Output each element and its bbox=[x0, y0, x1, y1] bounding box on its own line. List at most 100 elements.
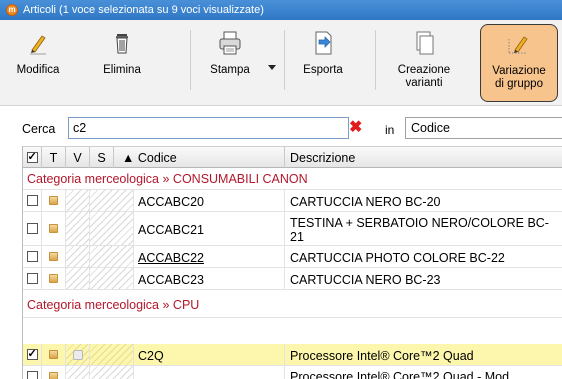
row-codice: C2Q bbox=[134, 344, 285, 365]
stampa-button[interactable]: Stampa bbox=[200, 24, 260, 102]
row-descrizione: Processore Intel® Core™2 Quad bbox=[290, 348, 474, 363]
row-checkbox[interactable] bbox=[26, 273, 38, 284]
title-bar: m Articoli (1 voce selezionata su 9 voci… bbox=[0, 0, 562, 20]
table-row[interactable]: ACCABC22 CARTUCCIA PHOTO COLORE BC-22 bbox=[23, 246, 562, 268]
column-header-descrizione[interactable]: Descrizione bbox=[285, 147, 562, 168]
trash-icon bbox=[107, 28, 137, 58]
row-checkbox-cell bbox=[23, 366, 42, 379]
row-checkbox[interactable] bbox=[26, 223, 38, 234]
row-type-cell bbox=[42, 246, 66, 267]
creazione-varianti-button[interactable]: Creazione varianti bbox=[387, 24, 461, 102]
column-header-v[interactable]: V bbox=[66, 147, 90, 168]
row-v-cell bbox=[66, 366, 90, 379]
creazione-label-line2: varianti bbox=[405, 77, 443, 89]
row-descrizione: CARTUCCIA NERO BC-20 bbox=[290, 194, 441, 209]
search-field-select[interactable]: Codice bbox=[405, 117, 562, 139]
search-row: Cerca ✖ in Codice bbox=[0, 106, 562, 146]
row-type-cell bbox=[42, 190, 66, 211]
creazione-label-line1: Creazione bbox=[397, 64, 451, 76]
esporta-label: Esporta bbox=[303, 64, 343, 76]
row-checkbox[interactable] bbox=[26, 195, 38, 206]
search-label: Cerca bbox=[22, 122, 56, 136]
variazione-label-line2: di gruppo bbox=[495, 78, 543, 90]
row-s-cell bbox=[90, 344, 134, 365]
variazione-di-gruppo-button[interactable]: Variazione di gruppo bbox=[480, 24, 558, 102]
row-checkbox-cell bbox=[23, 212, 42, 245]
row-s-cell bbox=[90, 366, 134, 379]
group-edit-pencil-icon bbox=[504, 29, 534, 59]
article-type-icon bbox=[49, 274, 58, 283]
column-header-t[interactable]: T bbox=[42, 147, 66, 168]
row-type-cell bbox=[42, 212, 66, 245]
stampa-dropdown-arrow-icon[interactable] bbox=[268, 65, 276, 70]
column-header-s[interactable]: S bbox=[90, 147, 114, 168]
checkbox-checked-icon bbox=[26, 150, 38, 164]
row-v-cell bbox=[66, 268, 90, 289]
modifica-label: Modifica bbox=[16, 64, 60, 76]
column-header-codice[interactable]: ▲ Codice bbox=[114, 147, 285, 168]
toolbar-separator bbox=[375, 30, 376, 90]
row-v-cell bbox=[66, 246, 90, 267]
toolbar-separator bbox=[190, 30, 191, 90]
table-row[interactable]: ACCABC21 TESTINA + SERBATOIO NERO/COLORE… bbox=[23, 212, 562, 246]
row-s-cell bbox=[90, 212, 134, 245]
export-icon bbox=[308, 28, 338, 58]
row-v-cell bbox=[66, 212, 90, 245]
toolbar: Modifica Elimina Stampa Esporta Creazion… bbox=[0, 20, 562, 106]
group-header[interactable]: Categoria merceologica » CONSUMABILI CAN… bbox=[23, 168, 562, 190]
row-s-cell bbox=[90, 268, 134, 289]
elimina-label: Elimina bbox=[103, 64, 141, 76]
copy-pages-icon bbox=[409, 28, 439, 58]
row-type-cell bbox=[42, 268, 66, 289]
row-descrizione: CARTUCCIA NERO BC-23 bbox=[290, 272, 441, 287]
row-s-cell bbox=[90, 190, 134, 211]
article-type-icon bbox=[49, 224, 58, 233]
articles-grid: T V S ▲ Codice Descrizione Categoria mer… bbox=[22, 146, 562, 379]
row-v-cell bbox=[66, 190, 90, 211]
row-descrizione: TESTINA + SERBATOIO NERO/COLORE BC-21 bbox=[290, 215, 549, 244]
row-checkbox-cell bbox=[23, 246, 42, 267]
article-type-icon bbox=[49, 252, 58, 261]
app-icon: m bbox=[6, 4, 18, 16]
search-in-label: in bbox=[385, 123, 395, 137]
grid-header: T V S ▲ Codice Descrizione bbox=[23, 146, 562, 168]
article-type-icon bbox=[49, 196, 58, 205]
toolbar-separator bbox=[284, 30, 285, 90]
row-v-cell bbox=[66, 344, 90, 365]
row-checkbox[interactable] bbox=[26, 251, 38, 262]
table-row-selected[interactable]: C2Q Processore Intel® Core™2 Quad bbox=[23, 344, 562, 366]
row-type-cell bbox=[42, 344, 66, 365]
article-type-icon bbox=[49, 372, 58, 379]
row-codice: ACCABC20 bbox=[134, 190, 285, 211]
row-descrizione: Processore Intel® Core™2 Quad - Mod bbox=[290, 370, 510, 379]
variant-icon bbox=[72, 349, 83, 360]
window-title: Articoli (1 voce selezionata su 9 voci v… bbox=[23, 4, 264, 16]
row-checkbox[interactable] bbox=[26, 371, 38, 379]
variazione-label-line1: Variazione bbox=[492, 65, 546, 77]
article-type-icon bbox=[49, 350, 58, 359]
table-row[interactable]: ACCABC23 CARTUCCIA NERO BC-23 bbox=[23, 268, 562, 290]
row-checkbox-cell bbox=[23, 344, 42, 365]
stampa-label: Stampa bbox=[210, 64, 250, 76]
row-type-cell bbox=[42, 366, 66, 379]
search-input[interactable] bbox=[68, 117, 349, 139]
select-all-checkbox[interactable] bbox=[23, 147, 42, 168]
row-codice-link[interactable]: ACCABC22 bbox=[134, 246, 285, 267]
clear-search-icon[interactable]: ✖ bbox=[349, 120, 362, 136]
row-descrizione: CARTUCCIA PHOTO COLORE BC-22 bbox=[290, 250, 505, 265]
row-codice: ACCABC23 bbox=[134, 268, 285, 289]
row-s-cell bbox=[90, 246, 134, 267]
row-codice bbox=[134, 366, 285, 379]
pencil-icon bbox=[23, 28, 53, 58]
table-row[interactable]: ACCABC20 CARTUCCIA NERO BC-20 bbox=[23, 190, 562, 212]
elimina-button[interactable]: Elimina bbox=[92, 24, 152, 102]
row-codice: ACCABC21 bbox=[134, 212, 285, 245]
modifica-button[interactable]: Modifica bbox=[8, 24, 68, 102]
table-row[interactable]: Processore Intel® Core™2 Quad - Mod bbox=[23, 366, 562, 379]
row-checkbox-cell bbox=[23, 268, 42, 289]
group-header[interactable]: Categoria merceologica » CPU bbox=[23, 290, 562, 318]
esporta-button[interactable]: Esporta bbox=[295, 24, 351, 102]
row-checkbox-cell bbox=[23, 190, 42, 211]
row-checkbox-checked[interactable] bbox=[26, 347, 38, 360]
printer-icon bbox=[215, 28, 245, 58]
